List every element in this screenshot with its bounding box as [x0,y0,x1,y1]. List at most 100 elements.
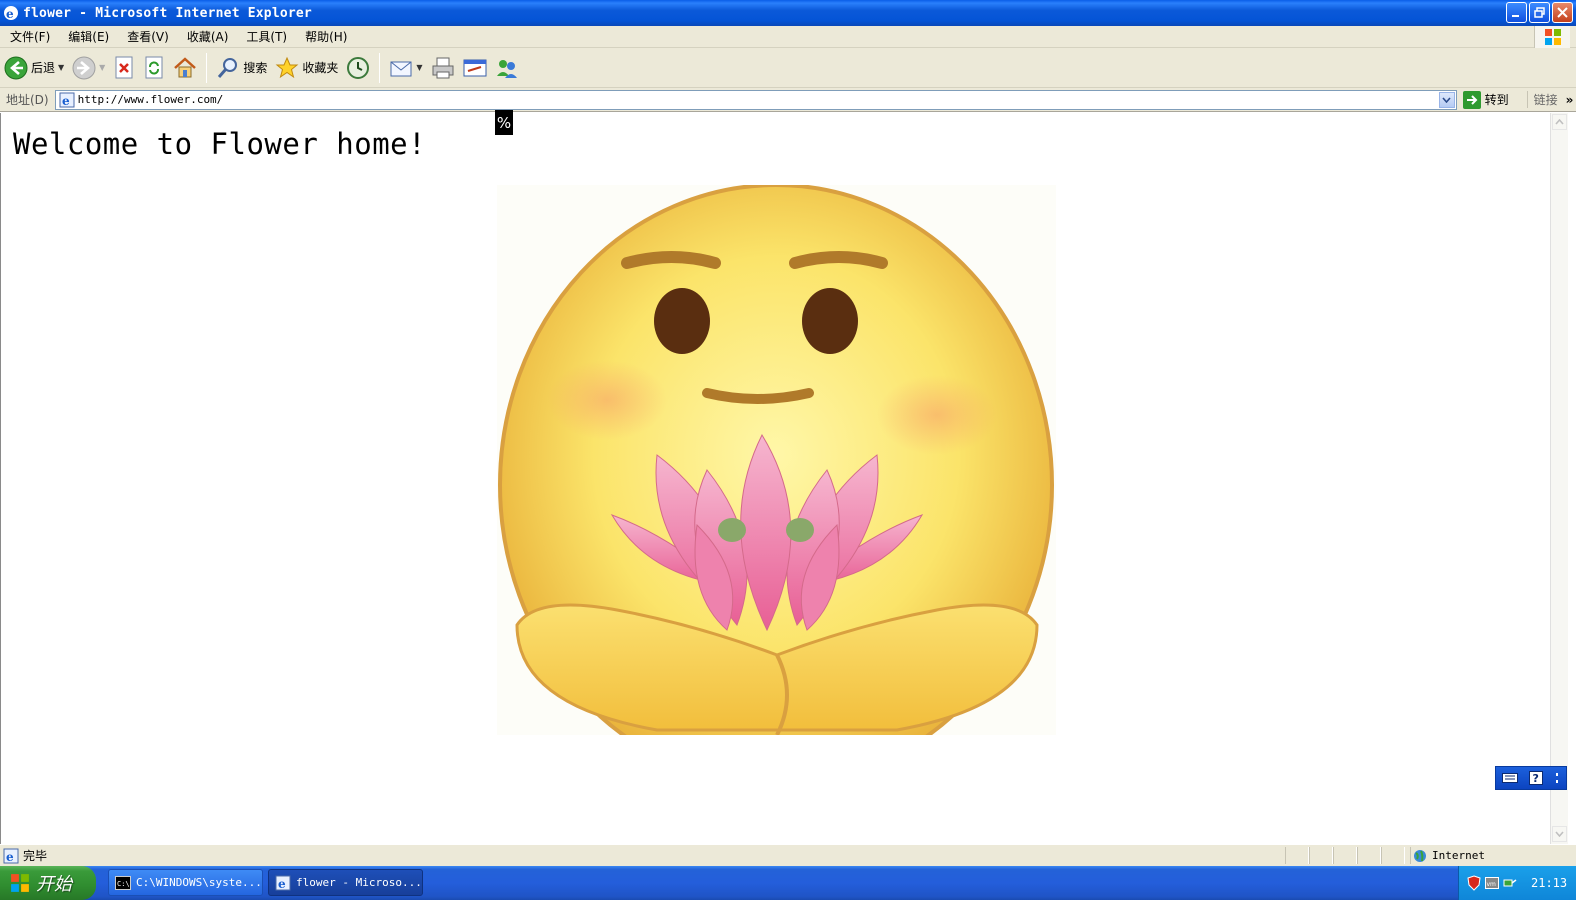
chevron-down-icon [1442,96,1451,103]
taskbar: 开始 C:\ C:\WINDOWS\syste... e flower - Mi… [0,866,1576,900]
address-dropdown-button[interactable] [1438,91,1455,108]
ie-icon: e [275,875,291,891]
address-field[interactable]: e [54,89,1457,110]
windows-logo [1534,26,1570,48]
address-input[interactable] [77,91,1418,108]
search-button[interactable]: 搜索 [212,52,271,84]
scroll-down-button[interactable] [1552,826,1567,842]
menu-help[interactable]: 帮助(H) [295,28,355,45]
toolbar-separator [379,52,381,83]
page-icon: e [59,92,75,108]
links-label[interactable]: 链接 [1526,91,1558,108]
options-icon[interactable] [1554,771,1560,785]
status-bar: e 完毕 Internet [0,844,1576,866]
printer-icon [432,57,454,78]
status-pane [1285,847,1309,864]
star-icon [275,56,299,78]
go-label: 转到 [1484,93,1509,107]
mail-icon [390,61,412,76]
page-done-icon: e [3,848,19,864]
print-button[interactable] [427,52,459,84]
minimize-icon [1512,15,1519,17]
back-label: 后退 [31,61,56,75]
network-icon[interactable] [1503,876,1517,890]
chevron-down-icon [1555,831,1564,837]
scroll-up-button[interactable] [1552,114,1567,130]
page-content: Welcome to Flower home! [0,113,1550,844]
restore-button[interactable] [1529,2,1550,23]
window-title: flower - Microsoft Internet Explorer [23,5,312,21]
messenger-button[interactable] [491,52,523,84]
console-icon: C:\ [115,875,131,890]
svg-text:e: e [62,94,70,108]
status-pane [1357,847,1381,864]
address-bar: 地址(D) e 转到 链接 » [0,88,1576,112]
title-bar[interactable]: e flower - Microsoft Internet Explorer [0,0,1576,26]
task-label: C:\WINDOWS\syste... [136,876,262,889]
stop-button[interactable] [109,52,139,84]
menu-tools[interactable]: 工具(T) [236,28,295,45]
svg-text:e: e [6,7,14,21]
svg-text:C:\: C:\ [117,880,130,888]
standard-toolbar: 后退 ▼ ▼ 搜索 收藏夹 ▼ [0,48,1576,88]
mail-button[interactable]: ▼ [385,52,426,84]
history-button[interactable] [342,52,374,84]
menu-favorites[interactable]: 收藏(A) [177,28,237,45]
taskbar-item-cmd[interactable]: C:\ C:\WINDOWS\syste... [108,869,263,896]
messenger-icon [496,59,517,78]
menu-bar: 文件(F) 编辑(E) 查看(V) 收藏(A) 工具(T) 帮助(H) [0,26,1576,48]
svg-text:?: ? [1532,772,1538,785]
edit-page-icon [463,59,487,76]
back-button[interactable]: 后退 ▼ [0,52,68,84]
close-icon [1557,7,1568,18]
go-arrow-icon [1462,90,1481,109]
back-arrow-icon [4,56,28,79]
zone-label: Internet [1432,849,1485,862]
forward-button[interactable]: ▼ [68,52,109,84]
search-icon [218,57,238,78]
edit-button[interactable] [459,52,491,84]
home-icon [174,56,197,77]
clock[interactable]: 21:13 [1531,876,1567,890]
status-pane [1309,847,1333,864]
overlay-marker: % [495,110,513,135]
security-zone[interactable]: Internet [1410,847,1485,864]
svg-text:e: e [278,877,286,891]
toolbar-separator [206,52,208,83]
status-text: 完毕 [23,849,48,863]
shield-icon[interactable] [1467,875,1481,891]
favorites-button[interactable]: 收藏夹 [271,52,342,84]
language-bar[interactable]: ? [1495,766,1567,790]
page-heading: Welcome to Flower home! [13,127,427,161]
go-button[interactable]: 转到 [1462,90,1509,109]
links-chevron[interactable]: » [1566,93,1574,107]
close-button[interactable] [1552,2,1573,23]
home-button[interactable] [169,52,201,84]
help-icon[interactable]: ? [1528,771,1543,785]
address-label: 地址(D) [6,93,49,107]
windows-flag-icon [1544,29,1561,45]
chevron-up-icon [1555,119,1564,125]
keyboard-icon[interactable] [1501,772,1518,784]
back-dropdown-icon[interactable]: ▼ [58,63,64,72]
task-label: flower - Microso... [296,876,422,889]
menu-file[interactable]: 文件(F) [0,28,58,45]
taskbar-item-ie[interactable]: e flower - Microso... [268,869,423,896]
restore-icon [1534,7,1545,18]
vertical-scrollbar[interactable] [1550,113,1568,844]
menu-edit[interactable]: 编辑(E) [58,28,117,45]
menu-view[interactable]: 查看(V) [117,28,177,45]
start-button[interactable]: 开始 [0,866,96,900]
windows-flag-icon [11,874,29,892]
refresh-button[interactable] [139,52,169,84]
globe-icon [1414,849,1426,862]
vm-icon[interactable]: vm [1485,877,1499,889]
ie-icon: e [4,6,18,21]
forward-dropdown-icon[interactable]: ▼ [99,63,105,72]
minimize-button[interactable] [1506,2,1527,23]
svg-text:e: e [6,850,14,864]
forward-arrow-icon [72,56,96,79]
mail-dropdown-icon[interactable]: ▼ [416,63,422,72]
stop-icon [115,56,133,78]
svg-text:vm: vm [1487,881,1497,888]
